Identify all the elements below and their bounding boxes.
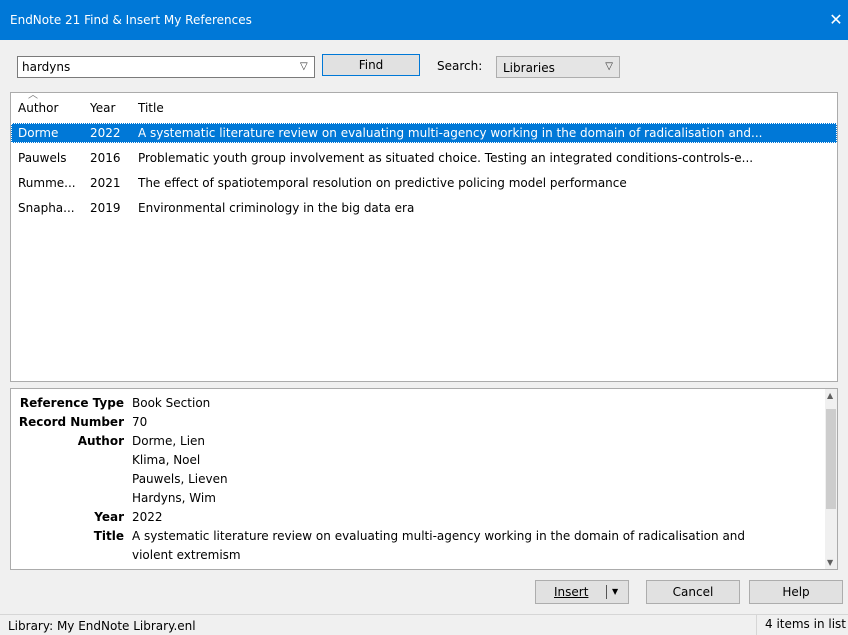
sort-ascending-icon: ︿ — [28, 90, 38, 101]
row-author: Dorme — [18, 126, 59, 140]
row-author: Rumme... — [18, 176, 76, 190]
library-status: Library: My EndNote Library.enl — [8, 619, 196, 633]
cancel-button[interactable]: Cancel — [646, 580, 740, 604]
detail-label: Year — [94, 510, 124, 524]
column-header-title[interactable]: Title — [138, 101, 164, 115]
list-item[interactable]: Rumme... 2021 The effect of spatiotempor… — [11, 173, 837, 193]
search-toolbar: hardyns ▽ Find Search: Libraries ▽ — [0, 40, 848, 92]
row-title: Environmental criminology in the big dat… — [138, 201, 415, 215]
row-year: 2019 — [90, 201, 121, 215]
detail-value: A systematic literature review on evalua… — [132, 529, 746, 543]
search-scope-value: Libraries — [503, 61, 555, 75]
chevron-down-icon[interactable]: ▽ — [300, 61, 310, 73]
close-icon[interactable]: ✕ — [824, 0, 848, 40]
search-scope-label: Search: — [437, 59, 483, 73]
scroll-down-icon[interactable]: ▼ — [827, 558, 833, 567]
detail-value: Pauwels, Lieven — [132, 472, 228, 486]
detail-row-author: Klima, Noel — [11, 451, 831, 469]
column-header-author[interactable]: Author — [18, 101, 58, 115]
search-input-value: hardyns — [22, 60, 71, 74]
row-year: 2016 — [90, 151, 121, 165]
item-count: 4 items in list — [756, 615, 848, 635]
detail-scrollbar[interactable]: ▲ ▼ — [825, 389, 837, 569]
insert-button[interactable]: Insert ▼ — [535, 580, 629, 604]
reference-detail: Reference Type Book Section Record Numbe… — [10, 388, 838, 570]
detail-value: 70 — [132, 415, 148, 429]
list-item[interactable]: Pauwels 2016 Problematic youth group inv… — [11, 148, 837, 168]
detail-value: violent extremism — [132, 548, 241, 562]
help-button[interactable]: Help — [749, 580, 843, 604]
row-title: The effect of spatiotemporal resolution … — [138, 176, 627, 190]
split-divider — [606, 585, 607, 599]
list-header: ︿ Author Year Title — [11, 90, 837, 117]
detail-value: Book Section — [132, 396, 211, 410]
find-button[interactable]: Find — [322, 54, 420, 76]
row-year: 2022 — [90, 126, 121, 140]
row-year: 2021 — [90, 176, 121, 190]
insert-button-label: Insert — [554, 585, 589, 599]
status-bar: Library: My EndNote Library.enl 4 items … — [0, 614, 848, 635]
scroll-up-icon[interactable]: ▲ — [827, 391, 833, 400]
window-title: EndNote 21 Find & Insert My References — [10, 13, 252, 27]
detail-row-author: Author Dorme, Lien — [11, 432, 831, 450]
detail-row-reference-type: Reference Type Book Section — [11, 394, 831, 412]
detail-row-record-number: Record Number 70 — [11, 413, 831, 431]
detail-row-title: violent extremism — [11, 546, 831, 564]
row-title: Problematic youth group involvement as s… — [138, 151, 754, 165]
title-bar: EndNote 21 Find & Insert My References ✕ — [0, 0, 848, 40]
search-input[interactable]: hardyns ▽ — [17, 56, 315, 78]
scrollbar-thumb[interactable] — [826, 409, 836, 509]
row-author: Snapha... — [18, 201, 75, 215]
reference-list: ︿ Author Year Title Dorme 2022 A systema… — [10, 90, 838, 382]
detail-row-author: Pauwels, Lieven — [11, 470, 831, 488]
detail-row-year: Year 2022 — [11, 508, 831, 526]
list-item[interactable]: Snapha... 2019 Environmental criminology… — [11, 198, 837, 218]
detail-label: Title — [93, 529, 124, 543]
search-scope-select[interactable]: Libraries ▽ — [496, 56, 620, 78]
list-item[interactable]: Dorme 2022 A systematic literature revie… — [11, 123, 837, 143]
chevron-down-icon[interactable]: ▼ — [612, 581, 618, 603]
detail-value: Dorme, Lien — [132, 434, 206, 448]
detail-label: Record Number — [18, 415, 124, 429]
detail-row-author: Hardyns, Wim — [11, 489, 831, 507]
detail-value: 2022 — [132, 510, 163, 524]
detail-label: Author — [77, 434, 124, 448]
detail-value: Klima, Noel — [132, 453, 201, 467]
detail-label: Reference Type — [19, 396, 124, 410]
detail-value: Hardyns, Wim — [132, 491, 216, 505]
chevron-down-icon: ▽ — [605, 61, 613, 72]
row-author: Pauwels — [18, 151, 67, 165]
detail-row-title: Title A systematic literature review on … — [11, 527, 831, 545]
row-title: A systematic literature review on evalua… — [138, 126, 763, 140]
column-header-year[interactable]: Year — [90, 101, 115, 115]
